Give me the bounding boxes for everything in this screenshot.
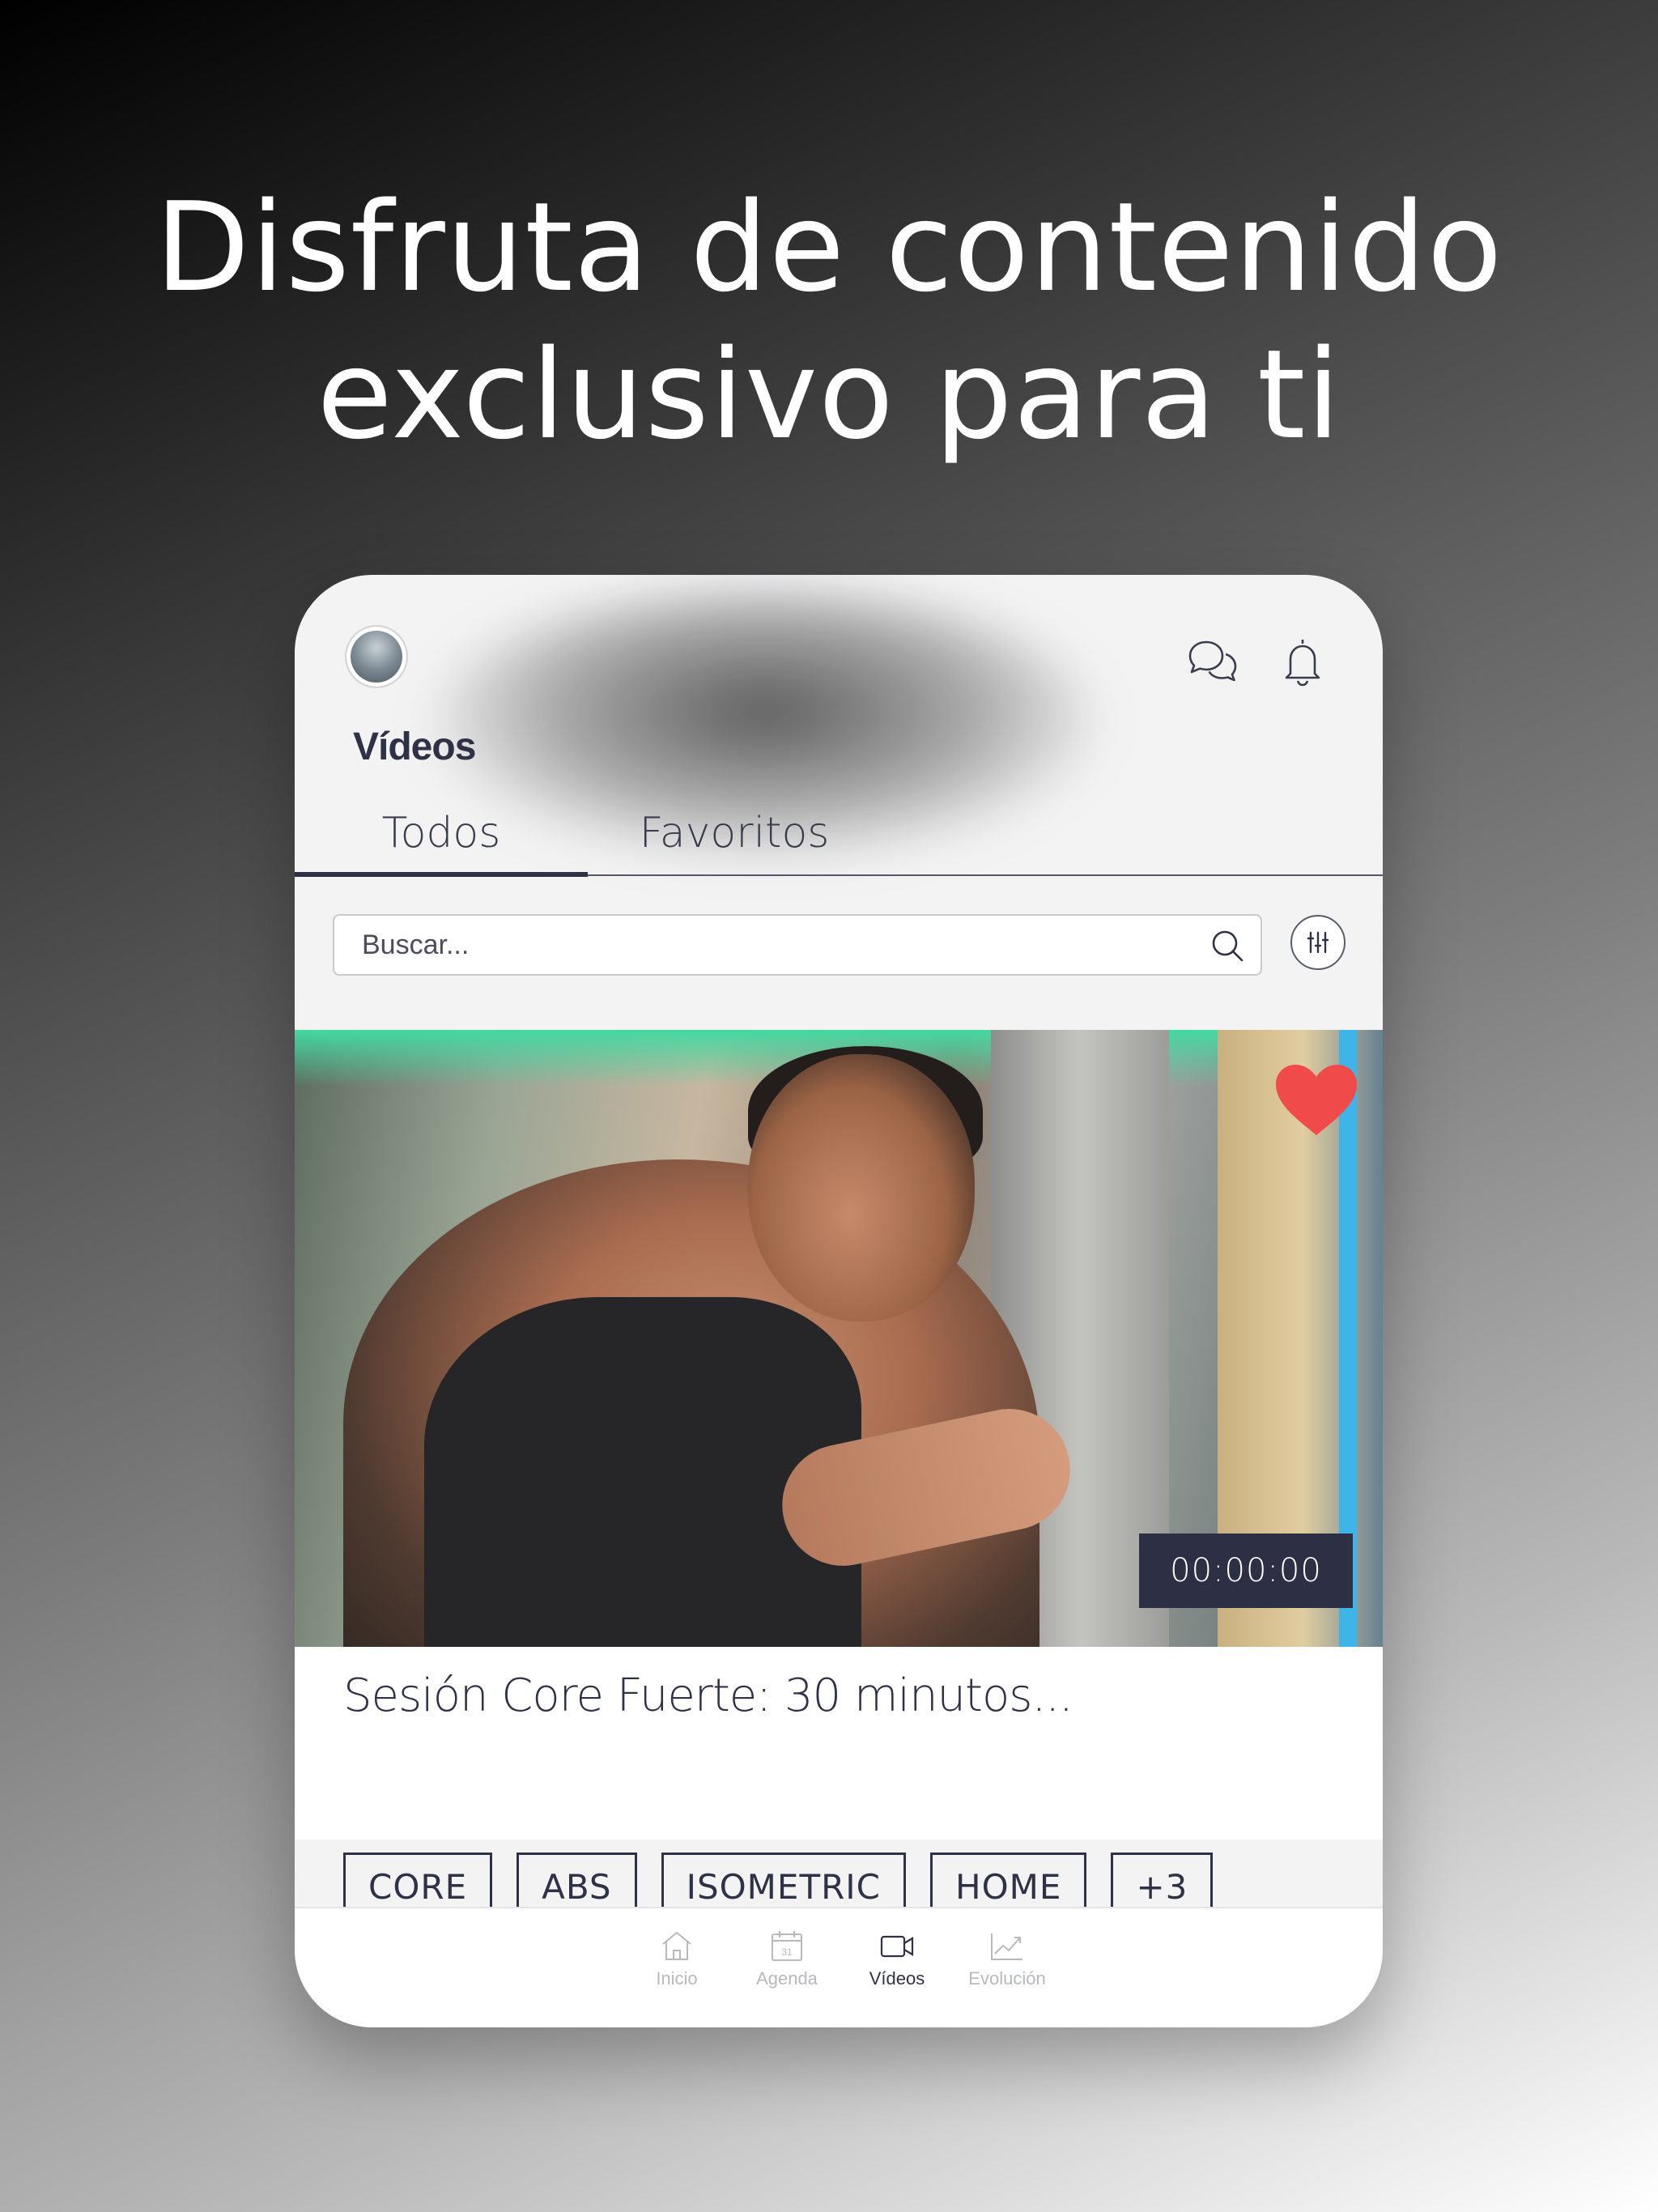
tag-chip[interactable]: ISOMETRIC [661,1853,907,1914]
headline: Disfruta de contenido exclusivo para ti [0,174,1658,469]
headline-line-2: exclusivo para ti [317,323,1341,466]
tab-bar: Todos Favoritos [295,808,1383,877]
bottom-nav: Inicio 31 Agenda Vídeos Evolución [295,1907,1383,2027]
nav-item-agenda[interactable]: 31 Agenda [738,1929,835,1989]
nav-label: Evolución [968,1968,1046,1989]
calendar-day: 31 [781,1946,793,1958]
active-tab-indicator [295,872,588,877]
search-icon[interactable] [1209,927,1246,964]
favorite-heart-icon[interactable] [1273,1062,1360,1137]
filter-button[interactable] [1290,915,1346,970]
tab-favoritos[interactable]: Favoritos [588,808,881,874]
tag-chip[interactable]: HOME [930,1853,1087,1914]
calendar-icon: 31 [772,1931,802,1961]
headline-line-1: Disfruta de contenido [155,176,1503,319]
page-title: Vídeos [353,725,476,768]
top-bar [295,575,1383,713]
nav-item-videos[interactable]: Vídeos [848,1929,946,1989]
search-input[interactable] [334,916,1192,974]
video-thumbnail[interactable]: 00:00:00 [295,1030,1383,1647]
home-icon [662,1931,691,1960]
nav-item-evolucion[interactable]: Evolución [959,1929,1056,1989]
tag-chip[interactable]: ABS [517,1853,637,1914]
tag-chip[interactable]: CORE [343,1853,493,1914]
notifications-button[interactable] [1274,633,1331,690]
search-bar [333,914,1262,976]
nav-label: Agenda [756,1968,818,1989]
video-title[interactable]: Sesión Core Fuerte: 30 minutos... [343,1670,1073,1722]
video-duration-badge: 00:00:00 [1139,1534,1353,1608]
bell-icon [1285,640,1320,687]
tab-todos[interactable]: Todos [295,808,588,874]
trend-chart-icon [991,1933,1022,1960]
nav-label: Vídeos [869,1968,925,1989]
chat-button[interactable] [1184,633,1240,690]
phone-screen: Vídeos Todos Favoritos Buscar... 00:00:0… [295,575,1383,2027]
sliders-icon [1307,931,1329,954]
video-card[interactable]: 00:00:00 Sesión Core Fuerte: 30 minutos.… [295,1030,1383,1914]
video-camera-icon [880,1935,914,1958]
avatar[interactable] [346,627,406,687]
nav-item-inicio[interactable]: Inicio [628,1929,725,1989]
video-tags: CORE ABS ISOMETRIC HOME +3 [343,1853,1214,1914]
nav-label: Inicio [656,1968,698,1989]
chat-icon [1188,640,1237,682]
more-tags-chip[interactable]: +3 [1111,1853,1214,1914]
